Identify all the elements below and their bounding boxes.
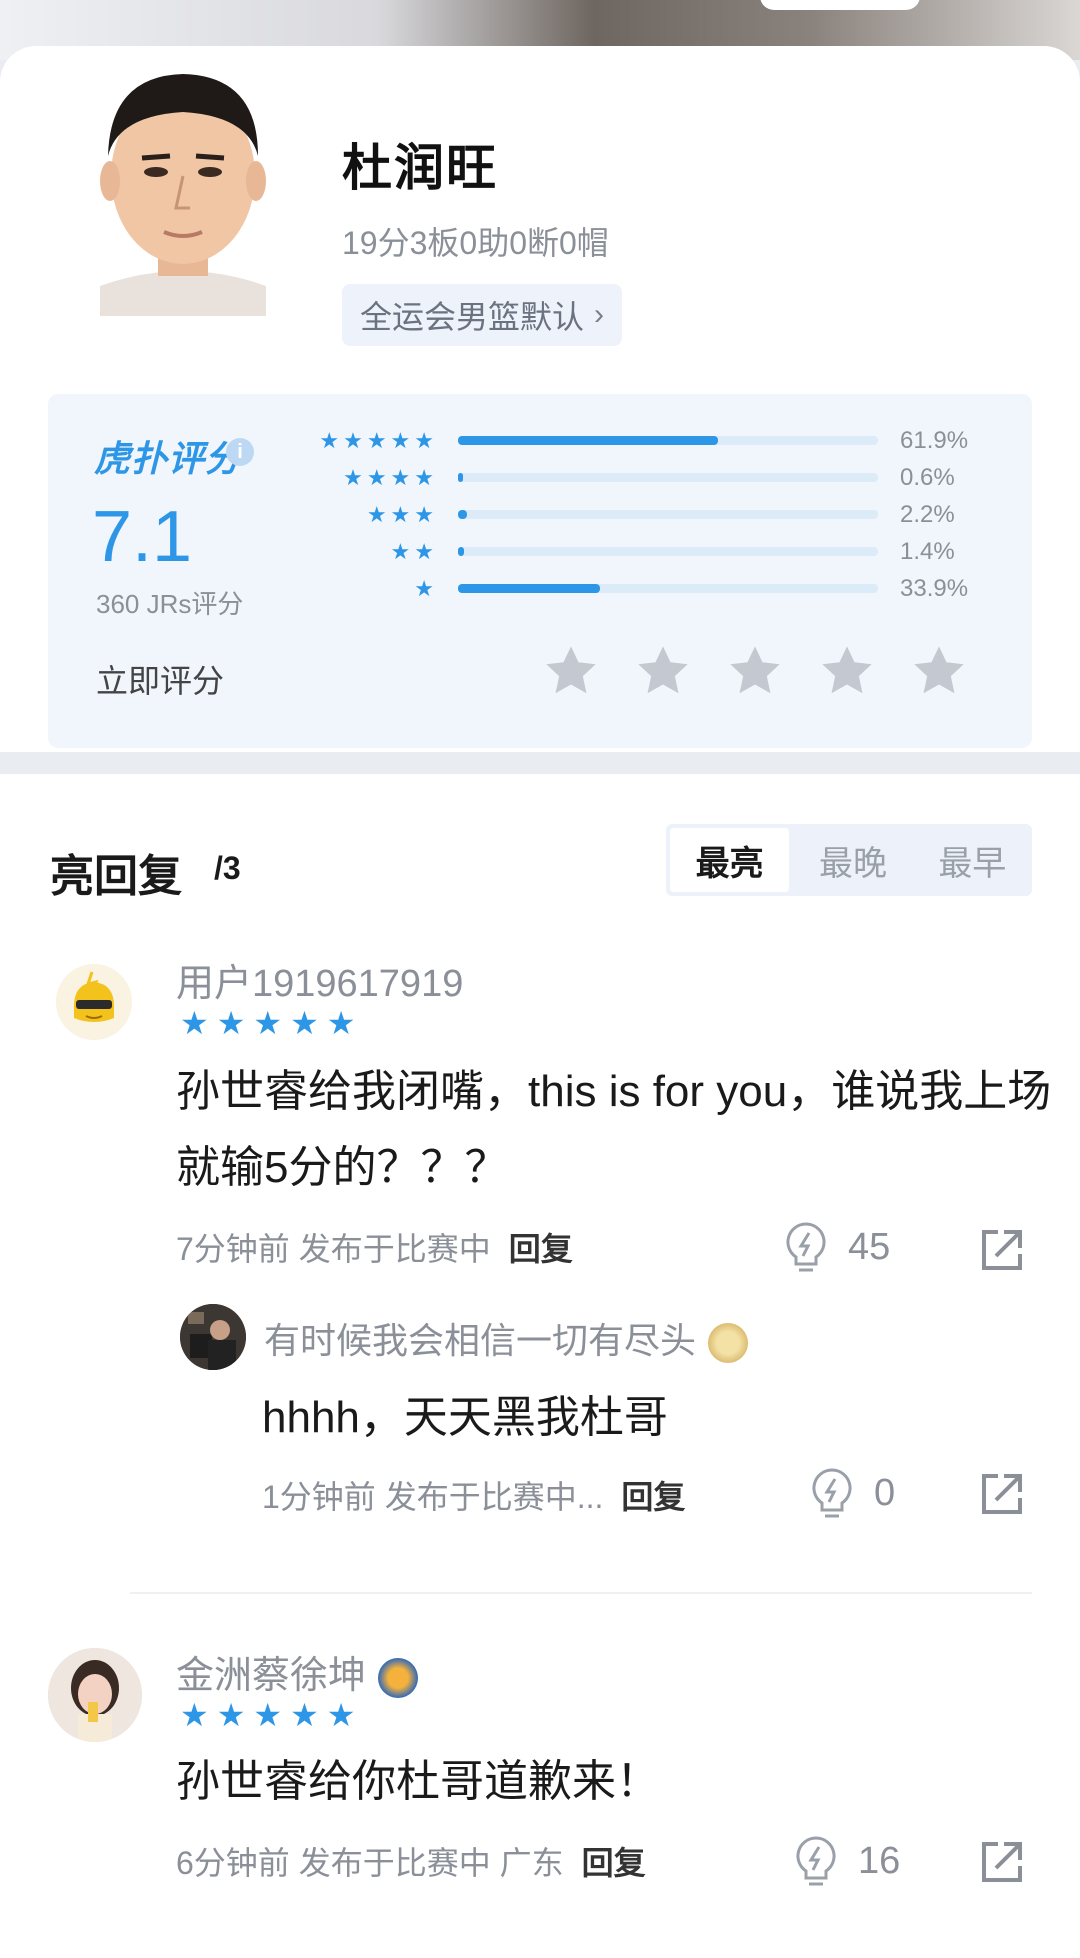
- share-icon[interactable]: [978, 1838, 1026, 1886]
- player-name: 杜润旺: [342, 140, 498, 196]
- comment-meta: 6分钟前 发布于比赛中 广东 回复: [176, 1838, 646, 1884]
- reply-button[interactable]: 回复: [621, 1479, 685, 1515]
- distribution-fill: [458, 547, 464, 556]
- comment-meta-text: 7分钟前 发布于比赛中: [176, 1231, 491, 1267]
- distribution-track: [458, 547, 878, 556]
- sort-tab-brightest[interactable]: 最亮: [670, 828, 790, 892]
- share-icon[interactable]: [978, 1470, 1026, 1518]
- player-stats-line: 19分3板0助0断0帽: [342, 225, 609, 261]
- comment-meta-text: 6分钟前 发布于比赛中 广东: [176, 1845, 564, 1881]
- sort-tab-latest[interactable]: 最晚: [793, 824, 912, 896]
- sort-tabs: 最亮 最晚 最早: [666, 824, 1032, 896]
- distribution-track: [458, 510, 878, 519]
- distribution-fill: [458, 436, 718, 445]
- sort-tab-earliest[interactable]: 最早: [913, 824, 1032, 896]
- distribution-percent: 33.9%: [900, 575, 969, 602]
- rate-stars: [542, 642, 968, 700]
- distribution-row-3: ★★★ 2.2%: [48, 500, 1032, 530]
- like-button[interactable]: 0: [808, 1466, 895, 1520]
- replies-section: 亮回复 /3 最亮 最晚 最早 用户1919617919 ★★★★★ 孙世睿给我…: [0, 774, 1080, 1958]
- like-button[interactable]: 45: [782, 1220, 890, 1274]
- player-photo: [48, 46, 318, 316]
- lightbulb-icon: [786, 1222, 826, 1272]
- divider: [130, 1592, 1032, 1594]
- comment-username-text[interactable]: 金洲蔡徐坤: [176, 1655, 366, 1697]
- rate-star-3-icon[interactable]: [726, 642, 784, 700]
- like-button[interactable]: 16: [792, 1834, 900, 1888]
- distribution-percent: 0.6%: [900, 464, 955, 491]
- comment-rating-stars: ★★★★★: [180, 1005, 364, 1041]
- top-pill: [760, 0, 920, 10]
- comment-text: 孙世睿给我闭嘴，this is for you，谁说我上场就输5分的？？？: [176, 1067, 1052, 1192]
- comment-username: 金洲蔡徐坤: [176, 1644, 419, 1699]
- replies-count: /3: [214, 850, 241, 886]
- rate-star-1-icon[interactable]: [542, 642, 600, 700]
- user-badge-icon: [378, 1657, 419, 1698]
- sub-reply-meta: 1分钟前 发布于比赛中... 回复: [262, 1472, 685, 1518]
- distribution-track: [458, 436, 878, 445]
- like-count: 16: [858, 1839, 901, 1882]
- sub-reply-text: hhhh，天天黑我杜哥: [262, 1393, 668, 1442]
- distribution-stars: ★: [414, 576, 438, 601]
- distribution-fill: [458, 510, 468, 519]
- sub-reply-username-text[interactable]: 有时候我会相信一切有尽头: [264, 1320, 696, 1361]
- chevron-right-icon: ›: [594, 298, 605, 331]
- distribution-fill: [458, 473, 464, 482]
- comment-username[interactable]: 用户1919617919: [176, 952, 463, 1007]
- rate-star-2-icon[interactable]: [634, 642, 692, 700]
- reply-button[interactable]: 回复: [509, 1231, 573, 1267]
- like-count: 0: [874, 1471, 896, 1514]
- distribution-percent: 61.9%: [900, 427, 969, 454]
- user-badge-icon: [708, 1323, 749, 1364]
- like-count: 45: [848, 1225, 891, 1268]
- distribution-track: [458, 473, 878, 482]
- distribution-row-2: ★★ 1.4%: [48, 537, 1032, 567]
- distribution-stars: ★★★★: [343, 465, 438, 490]
- avatar[interactable]: [48, 1648, 142, 1742]
- avatar[interactable]: [56, 964, 132, 1040]
- replies-title: 亮回复: [50, 852, 182, 901]
- comment-text: 孙世睿给你杜哥道歉来！: [176, 1757, 660, 1806]
- distribution-row-1: ★ 33.9%: [48, 574, 1032, 604]
- distribution-track: [458, 584, 878, 593]
- event-tag-button[interactable]: 全运会男篮默认 ›: [342, 284, 623, 346]
- rate-star-5-icon[interactable]: [910, 642, 968, 700]
- comment-meta: 7分钟前 发布于比赛中 回复: [176, 1224, 573, 1270]
- rating-panel: 虎扑评分® i 7.1 360 JRs评分 ★★★★★ 61.9% ★★★★ 0…: [48, 394, 1032, 748]
- comment-rating-stars: ★★★★★: [180, 1697, 364, 1733]
- reply-button[interactable]: 回复: [582, 1845, 646, 1881]
- distribution-row-5: ★★★★★ 61.9%: [48, 426, 1032, 456]
- distribution-percent: 1.4%: [900, 538, 955, 565]
- player-card: 杜润旺 19分3板0助0断0帽 全运会男篮默认 › 虎扑评分® i 7.1 36…: [0, 46, 1080, 752]
- distribution-stars: ★★★: [366, 502, 438, 527]
- rate-star-4-icon[interactable]: [818, 642, 876, 700]
- sub-reply-meta-text: 1分钟前 发布于比赛中...: [262, 1479, 604, 1515]
- rate-now-label: 立即评分: [96, 663, 225, 699]
- sub-reply-username: 有时候我会相信一切有尽头: [264, 1312, 749, 1364]
- event-tag-label: 全运会男篮默认: [360, 299, 585, 335]
- distribution-row-4: ★★★★ 0.6%: [48, 463, 1032, 493]
- distribution-percent: 2.2%: [900, 501, 955, 528]
- avatar[interactable]: [180, 1304, 246, 1370]
- lightbulb-icon: [812, 1468, 852, 1518]
- distribution-stars: ★★★★★: [319, 428, 438, 453]
- distribution-fill: [458, 584, 601, 593]
- share-icon[interactable]: [978, 1226, 1026, 1274]
- distribution-stars: ★★: [390, 539, 438, 564]
- lightbulb-icon: [796, 1836, 836, 1886]
